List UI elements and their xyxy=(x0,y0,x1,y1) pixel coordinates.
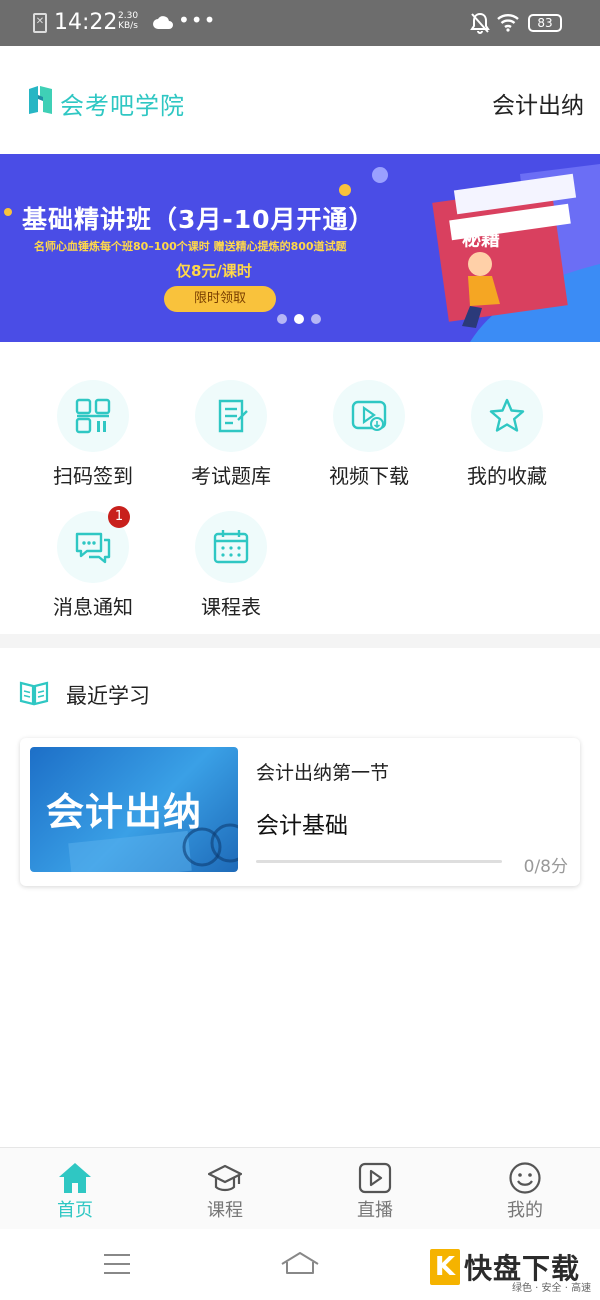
watermark-tagline: 绿色 · 安全 · 高速 xyxy=(512,1283,592,1294)
tab-label: 直播 xyxy=(357,1200,393,1221)
promo-banner[interactable]: 秘籍 基础精讲班（3月-10月开通） 名师心血锤炼每个班80–100个课时 赠送… xyxy=(0,154,600,342)
scan-circle xyxy=(57,380,129,452)
home-icon xyxy=(58,1162,92,1198)
banner-subtitle: 名师心血锤炼每个班80–100个课时 赠送精心提炼的800道试题 xyxy=(34,240,347,253)
course-subtitle: 会计出纳第一节 xyxy=(256,762,390,784)
status-bar: ✕ 14:22 2.30 KB/s ••• 83 xyxy=(0,0,600,46)
tab-live[interactable]: 直播 xyxy=(300,1148,450,1230)
status-time: 14:22 xyxy=(54,10,118,35)
course-thumbnail: 会计出纳 xyxy=(30,747,238,872)
claim-button[interactable]: 限时领取 xyxy=(164,286,276,312)
exam-bank-icon xyxy=(218,399,248,433)
app-header: 会考吧学院 会计出纳 xyxy=(0,46,600,154)
watermark-logo: K 快盘下载 绿色 · 安全 · 高速 xyxy=(430,1249,596,1294)
no-sim-icon: ✕ xyxy=(33,13,47,33)
course-title: 会计基础 xyxy=(256,813,348,839)
more-notifications-icon: ••• xyxy=(178,8,217,32)
menu-icon[interactable] xyxy=(103,1253,131,1279)
smile-icon xyxy=(508,1162,542,1198)
favorites-circle xyxy=(471,380,543,452)
thumbnail-text: 会计出纳 xyxy=(46,790,203,834)
progress-text: 0/8分 xyxy=(523,857,568,877)
grid-item-messages[interactable]: 消息通知 xyxy=(28,511,158,631)
notification-badge: 1 xyxy=(108,506,130,528)
message-icon xyxy=(75,532,111,564)
grid-item-schedule[interactable]: 课程表 xyxy=(166,511,296,631)
schedule-circle xyxy=(195,511,267,583)
net-speed: 2.30 KB/s xyxy=(118,11,138,31)
calendar-icon xyxy=(213,530,249,564)
grid-label: 课程表 xyxy=(201,595,261,619)
home-button-icon[interactable] xyxy=(280,1251,320,1279)
progress-bar xyxy=(256,860,502,863)
grid-label: 视频下载 xyxy=(329,464,409,488)
section-title: 最近学习 xyxy=(66,684,150,708)
tab-me[interactable]: 我的 xyxy=(450,1148,600,1230)
video-download-icon xyxy=(351,400,387,431)
grid-label: 扫码签到 xyxy=(53,464,133,488)
carousel-dot-3[interactable] xyxy=(311,314,321,324)
system-nav-bar: K 快盘下载 绿色 · 安全 · 高速 xyxy=(0,1229,600,1300)
banner-price: 仅8元/课时 xyxy=(176,262,252,280)
tab-courses[interactable]: 课程 xyxy=(150,1148,300,1230)
recent-course-card[interactable]: 会计出纳 会计出纳第一节 会计基础 0/8分 xyxy=(20,738,580,886)
grid-label: 考试题库 xyxy=(191,464,271,488)
tab-home[interactable]: 首页 xyxy=(0,1148,150,1230)
section-divider xyxy=(0,634,600,648)
tab-label: 课程 xyxy=(207,1200,243,1221)
wifi-icon xyxy=(496,12,520,36)
open-book-icon xyxy=(19,680,49,710)
star-icon xyxy=(489,398,525,432)
grid-label: 消息通知 xyxy=(53,595,133,619)
exam-circle xyxy=(195,380,267,452)
carousel-dot-2[interactable] xyxy=(294,314,304,324)
play-icon xyxy=(358,1162,392,1198)
grid-item-exam-bank[interactable]: 考试题库 xyxy=(166,380,296,500)
banner-title: 基础精讲班（3月-10月开通） xyxy=(22,205,375,234)
qr-code-icon xyxy=(75,398,111,434)
carousel-dot-1[interactable] xyxy=(277,314,287,324)
tab-label: 我的 xyxy=(507,1200,543,1221)
cloud-icon xyxy=(152,14,174,34)
tab-label: 首页 xyxy=(57,1200,93,1221)
grid-item-scan-checkin[interactable]: 扫码签到 xyxy=(28,380,158,500)
watermark-k: K xyxy=(430,1249,460,1285)
grid-item-video-download[interactable]: 视频下载 xyxy=(304,380,434,500)
net-speed-unit: KB/s xyxy=(118,21,138,31)
grid-item-favorites[interactable]: 我的收藏 xyxy=(442,380,572,500)
video-circle xyxy=(333,380,405,452)
grid-label: 我的收藏 xyxy=(467,464,547,488)
category-selector[interactable]: 会计出纳 xyxy=(492,86,584,120)
mute-bell-icon xyxy=(470,12,490,38)
net-speed-value: 2.30 xyxy=(118,11,139,21)
battery-icon: 83 xyxy=(528,14,562,32)
book-label: 秘籍 xyxy=(462,228,501,250)
logo-icon xyxy=(26,85,56,115)
logo-text: 会考吧学院 xyxy=(60,92,185,120)
graduation-cap-icon xyxy=(207,1162,243,1198)
bottom-tab-bar: 首页 课程 直播 我的 xyxy=(0,1147,600,1229)
